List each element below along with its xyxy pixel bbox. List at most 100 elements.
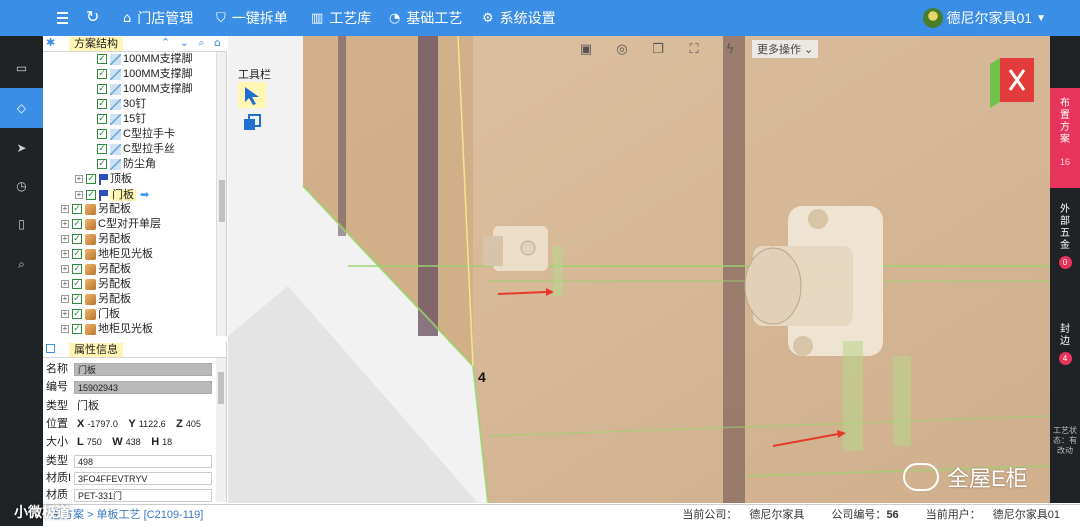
nav-basic-process[interactable]: ◔ 基础工艺 — [389, 0, 462, 36]
pos-y-value[interactable]: 1122.6 — [139, 419, 166, 429]
copy-tool-button[interactable] — [238, 110, 266, 136]
send-icon[interactable]: ➤ — [0, 128, 43, 168]
checkbox[interactable]: ✓ — [97, 159, 107, 170]
expand-toggle-icon[interactable]: + — [61, 295, 69, 304]
lightning-icon[interactable]: ϟ — [712, 42, 748, 57]
expand-toggle-icon[interactable]: + — [61, 265, 69, 274]
trash-icon[interactable]: ▯ — [0, 204, 43, 244]
part-icon — [110, 83, 121, 95]
checkbox[interactable]: ✓ — [97, 114, 107, 125]
nav-process-library[interactable]: ▥ 工艺库 — [311, 0, 371, 36]
external-hardware-tab[interactable]: 外部五金 0 — [1050, 204, 1080, 284]
expand-toggle-icon[interactable]: + — [61, 280, 69, 289]
checkbox[interactable]: ✓ — [72, 324, 82, 335]
tree-row[interactable]: ✓ 100MM支撑脚 — [43, 52, 215, 67]
checkbox[interactable]: ✓ — [72, 264, 82, 275]
fullscreen-icon[interactable]: ⛶ — [676, 42, 712, 57]
expand-toggle-icon[interactable]: + — [61, 205, 69, 214]
expand-toggle-icon[interactable]: + — [75, 191, 83, 200]
pos-x-value[interactable]: -1797.0 — [87, 419, 118, 429]
checkbox[interactable]: ✓ — [72, 279, 82, 290]
expand-toggle-icon[interactable]: + — [61, 235, 69, 244]
nav-one-click-split[interactable]: ⛉ 一键拆单 — [216, 0, 288, 36]
prop-material-id-field[interactable]: 3FO4FFEVTRYV — [74, 472, 212, 485]
layout-scheme-tab[interactable]: 布置方案 16 — [1050, 88, 1080, 188]
tree-row[interactable]: ✓ 30钉 — [43, 97, 215, 112]
checkbox[interactable]: ✓ — [97, 99, 107, 110]
nav-system-settings[interactable]: ⚙ 系统设置 — [482, 0, 556, 36]
collapse-all-icon[interactable]: ⌄ — [180, 36, 189, 49]
checkbox[interactable]: ✓ — [72, 219, 82, 230]
nav-label: 一键拆单 — [231, 10, 288, 26]
home-icon[interactable]: ⌂ — [214, 36, 221, 49]
search-icon[interactable]: ⌕ — [198, 36, 204, 49]
layers-icon[interactable]: ❐ — [640, 42, 676, 57]
clock-icon[interactable]: ◷ — [0, 166, 43, 206]
tree-row[interactable]: ✓ 100MM支撑脚 — [43, 67, 215, 82]
prop-type2-field[interactable]: 498 — [74, 455, 212, 468]
checkbox[interactable]: ✓ — [72, 249, 82, 260]
expand-toggle-icon[interactable]: + — [61, 250, 69, 259]
cabinet-icon[interactable]: ▣ — [568, 42, 604, 57]
prop-type-row: 类型 门板 — [43, 397, 215, 415]
prop-name-field[interactable]: 门板 — [74, 363, 212, 376]
pos-z-value[interactable]: 405 — [186, 419, 201, 429]
tree-row[interactable]: ✓ 15钉 — [43, 112, 215, 127]
tree-row[interactable]: + ✓ 地柜见光板 — [43, 322, 215, 336]
3d-viewport[interactable]: ▣ ◎ ❐ ⛶ ϟ 更多操作 ⌄ 工具栏 4 全屋E柜 — [228, 36, 1050, 503]
window-icon — [46, 344, 55, 353]
tree-row[interactable]: ✓ 防尘角 — [43, 157, 215, 172]
user-menu[interactable]: 德尼尔家具01 ▼ — [922, 0, 1046, 36]
tree-row[interactable]: + ✓ 门板 — [43, 307, 215, 322]
expand-all-icon[interactable]: ⌃ — [161, 36, 170, 49]
monitor-icon[interactable]: ▭ — [0, 48, 43, 88]
search-icon[interactable]: ⌕ — [0, 244, 43, 284]
checkbox[interactable]: ✓ — [72, 204, 82, 215]
tree-row[interactable]: ✓ 100MM支撑脚 — [43, 82, 215, 97]
tree-row[interactable]: + ✓ 地柜见光板 — [43, 247, 215, 262]
size-w-value[interactable]: 438 — [126, 437, 141, 447]
checkbox[interactable]: ✓ — [97, 54, 107, 65]
tree-row[interactable]: ✓ C型拉手卡 — [43, 127, 215, 142]
checkbox[interactable]: ✓ — [86, 174, 96, 185]
tree-row[interactable]: + ✓ 另配板 — [43, 292, 215, 307]
tree-row[interactable]: + ✓ 另配板 — [43, 262, 215, 277]
tree-row[interactable]: + ✓ 另配板 — [43, 277, 215, 292]
checkbox[interactable]: ✓ — [97, 69, 107, 80]
settings-icon[interactable]: ✱ — [46, 36, 55, 49]
more-ops-dropdown[interactable]: 更多操作 ⌄ — [752, 40, 819, 58]
menu-toggle-icon[interactable] — [52, 9, 74, 27]
select-tool-button[interactable] — [238, 82, 266, 108]
checkbox[interactable]: ✓ — [72, 309, 82, 320]
view-cube[interactable] — [990, 58, 1034, 110]
tree-row[interactable]: ✓ C型拉手丝 — [43, 142, 215, 157]
checkbox[interactable]: ✓ — [97, 129, 107, 140]
edge-banding-tab[interactable]: 封边 4 — [1050, 324, 1080, 374]
tree-row[interactable]: + ✓ 另配板 — [43, 232, 215, 247]
checkbox[interactable]: ✓ — [86, 190, 96, 201]
prop-code-field[interactable]: 15902943 — [74, 381, 212, 394]
prop-scrollbar[interactable] — [216, 358, 226, 502]
checkbox[interactable]: ✓ — [72, 234, 82, 245]
checkbox[interactable]: ✓ — [97, 84, 107, 95]
tree-row[interactable]: + ✓ C型对开单层 — [43, 217, 215, 232]
checkbox[interactable]: ✓ — [72, 294, 82, 305]
prop-material-field[interactable]: PET-331门 — [74, 489, 212, 502]
target-icon[interactable]: ◎ — [604, 42, 640, 57]
tree-row[interactable]: + ✓ 顶板 — [43, 172, 215, 187]
checkbox[interactable]: ✓ — [97, 144, 107, 155]
tree-row[interactable]: + ✓ 另配板 — [43, 202, 215, 217]
tree-row-label: 门板 — [110, 189, 136, 201]
tree-row[interactable]: + ✓ 门板 ➡ — [43, 187, 215, 202]
expand-toggle-icon[interactable]: + — [61, 325, 69, 334]
size-l-value[interactable]: 750 — [87, 437, 102, 447]
tree-scrollbar[interactable] — [216, 52, 226, 336]
refresh-icon[interactable]: ↻ — [86, 7, 99, 26]
nav-store-management[interactable]: ⌂ 门店管理 — [123, 0, 193, 36]
size-h-value[interactable]: 18 — [162, 437, 172, 447]
expand-toggle-icon[interactable]: + — [61, 220, 69, 229]
expand-toggle-icon[interactable]: + — [61, 310, 69, 319]
gem-icon[interactable]: ◇ — [0, 88, 43, 128]
company-value: 德尼尔家具 — [749, 509, 805, 521]
expand-toggle-icon[interactable]: + — [75, 175, 83, 184]
